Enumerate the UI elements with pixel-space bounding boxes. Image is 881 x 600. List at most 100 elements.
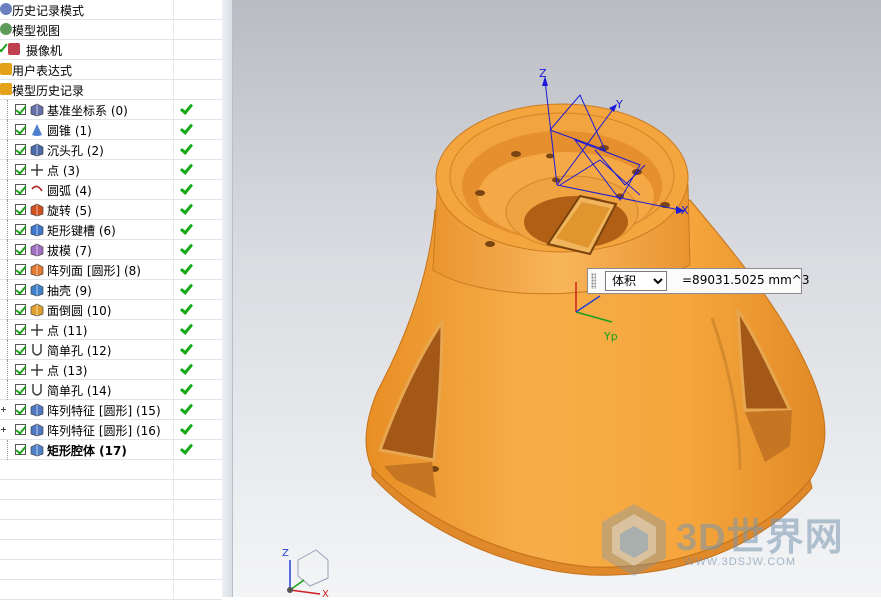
feature-row[interactable]: 面倒圆 (10): [0, 300, 222, 320]
nav-node[interactable]: 模型历史记录: [0, 80, 222, 100]
feature-label: 阵列面 [圆形] (8): [47, 264, 141, 278]
tree-line: [7, 340, 9, 360]
rectangular-pocket-icon: [30, 443, 44, 457]
feature-row[interactable]: 拔模 (7): [0, 240, 222, 260]
draft-icon: [30, 243, 44, 257]
up-to-date-check-icon: [180, 262, 192, 276]
tree-line: [7, 180, 9, 200]
model-history-icon: [0, 83, 12, 95]
face-blend-icon: [30, 303, 44, 317]
wcs-yp-label: Yp: [603, 330, 618, 343]
visibility-checkbox[interactable]: [15, 244, 26, 255]
feature-row[interactable]: 矩形腔体 (17): [0, 440, 222, 460]
column-divider: [173, 220, 174, 240]
nav-node[interactable]: 摄像机: [0, 40, 222, 60]
history-mode-icon: [0, 3, 12, 15]
column-divider: [173, 160, 174, 180]
feature-row[interactable]: 阵列面 [圆形] (8): [0, 260, 222, 280]
visibility-checkbox[interactable]: [15, 224, 26, 235]
cameras-icon: [8, 43, 20, 55]
column-divider: [173, 40, 174, 60]
feature-row[interactable]: 矩形键槽 (6): [0, 220, 222, 240]
visibility-checkbox[interactable]: [15, 384, 26, 395]
empty-row: [0, 460, 222, 480]
expand-icon[interactable]: [3, 427, 4, 432]
visibility-checkbox[interactable]: [15, 364, 26, 375]
tree-line: [7, 240, 9, 260]
feature-row[interactable]: 旋转 (5): [0, 200, 222, 220]
feature-row[interactable]: 基准坐标系 (0): [0, 100, 222, 120]
panel-splitter[interactable]: [222, 0, 233, 597]
column-divider: [173, 520, 174, 540]
simple-hole-icon: [30, 383, 44, 397]
visibility-checkbox[interactable]: [15, 264, 26, 275]
empty-row: [0, 480, 222, 500]
drag-grip-icon[interactable]: [591, 273, 596, 289]
tree-line: [7, 440, 9, 460]
feature-label: 面倒圆 (10): [47, 304, 112, 318]
feature-row[interactable]: 圆锥 (1): [0, 120, 222, 140]
watermark: 3D世界网 WWW.3DSJW.COM: [598, 500, 868, 580]
feature-row[interactable]: 点 (11): [0, 320, 222, 340]
up-to-date-check-icon: [180, 162, 192, 176]
up-to-date-check-icon: [180, 122, 192, 136]
up-to-date-check-icon: [180, 202, 192, 216]
feature-row[interactable]: 点 (3): [0, 160, 222, 180]
visibility-checkbox[interactable]: [15, 304, 26, 315]
tree-line: [7, 200, 9, 220]
visibility-checkbox[interactable]: [15, 144, 26, 155]
nav-node[interactable]: 用户表达式: [0, 60, 222, 80]
feature-row[interactable]: 简单孔 (12): [0, 340, 222, 360]
expand-icon[interactable]: [3, 407, 4, 412]
feature-row[interactable]: 沉头孔 (2): [0, 140, 222, 160]
column-divider: [173, 540, 174, 560]
visibility-checkbox[interactable]: [15, 204, 26, 215]
user-expressions-icon: [0, 63, 12, 75]
csys-y-label: Y: [615, 98, 623, 111]
feature-row[interactable]: 阵列特征 [圆形] (16): [0, 420, 222, 440]
column-divider: [173, 320, 174, 340]
csys-z-label: Z: [539, 67, 547, 80]
tree-line: [7, 160, 9, 180]
visibility-checkbox[interactable]: [15, 404, 26, 415]
up-to-date-check-icon: [180, 342, 192, 356]
visibility-checkbox[interactable]: [15, 184, 26, 195]
point-icon: [30, 323, 44, 337]
visibility-checkbox[interactable]: [15, 344, 26, 355]
feature-label: 拔模 (7): [47, 244, 92, 258]
feature-label: 阵列特征 [圆形] (15): [47, 404, 161, 418]
feature-label: 抽壳 (9): [47, 284, 92, 298]
part-navigator: 历史记录模式 模型视图 摄像机 用户表达式 模型历史记录 基准坐标系 (0) 圆锥 (1)…: [0, 0, 223, 600]
feature-row[interactable]: 点 (13): [0, 360, 222, 380]
column-divider: [173, 440, 174, 460]
cone-icon: [30, 123, 44, 137]
column-divider: [173, 180, 174, 200]
feature-row[interactable]: 简单孔 (14): [0, 380, 222, 400]
nav-node[interactable]: 模型视图: [0, 20, 222, 40]
column-divider: [173, 480, 174, 500]
triad-x-label: X: [322, 589, 329, 597]
feature-row[interactable]: 圆弧 (4): [0, 180, 222, 200]
nav-node[interactable]: 历史记录模式: [0, 0, 222, 20]
visibility-checkbox[interactable]: [15, 324, 26, 335]
up-to-date-check-icon: [180, 362, 192, 376]
feature-label: 矩形键槽 (6): [47, 224, 116, 238]
arc-icon: [30, 183, 44, 197]
column-divider: [173, 280, 174, 300]
up-to-date-check-icon: [180, 182, 192, 196]
visibility-checkbox[interactable]: [15, 164, 26, 175]
visibility-checkbox[interactable]: [15, 424, 26, 435]
feature-row[interactable]: 阵列特征 [圆形] (15): [0, 400, 222, 420]
visibility-checkbox[interactable]: [15, 124, 26, 135]
feature-label: 简单孔 (14): [47, 384, 112, 398]
visibility-checkbox[interactable]: [15, 284, 26, 295]
visibility-checkbox[interactable]: [15, 444, 26, 455]
feature-row[interactable]: 抽壳 (9): [0, 280, 222, 300]
column-divider: [173, 500, 174, 520]
measure-type-dropdown[interactable]: 体积: [605, 271, 667, 291]
up-to-date-check-icon: [180, 402, 192, 416]
shell-icon: [30, 283, 44, 297]
visibility-checkbox[interactable]: [15, 104, 26, 115]
column-divider: [173, 80, 174, 100]
measure-value: =89031.5025 mm^3: [682, 273, 810, 287]
